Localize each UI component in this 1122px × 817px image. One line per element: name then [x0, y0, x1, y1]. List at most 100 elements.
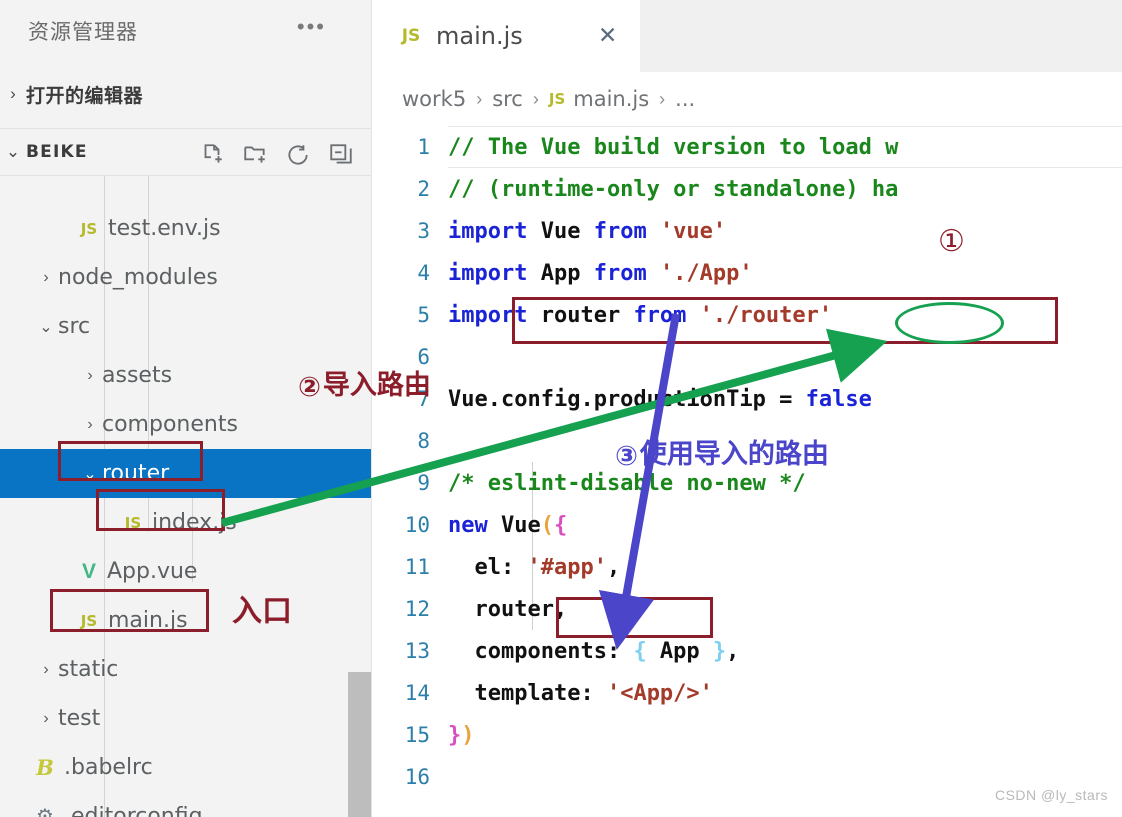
sidebar-section-open-editors[interactable]: › 打开的编辑器: [0, 72, 372, 116]
breadcrumb[interactable]: work5 › src › JS main.js › ...: [372, 72, 1122, 126]
line-number: 12: [404, 597, 430, 621]
code-token: from: [593, 260, 660, 286]
tree-item-src[interactable]: ⌄ src: [0, 302, 372, 351]
code-line[interactable]: 3 import Vue from 'vue': [372, 210, 1122, 252]
code-line[interactable]: 4 import App from './App': [372, 252, 1122, 294]
code-text: // The Vue build version to load w: [448, 135, 898, 160]
line-number: 8: [417, 429, 430, 453]
annotation-marker-2-label: 导入路由: [322, 370, 431, 401]
breadcrumb-item-symbols[interactable]: ...: [675, 87, 695, 111]
code-token: el:: [448, 554, 528, 580]
breadcrumb-item-src[interactable]: src: [492, 87, 523, 111]
chevron-right-icon: ›: [10, 84, 16, 103]
code-text: components: { App },: [448, 639, 739, 664]
annotation-marker-3-label: 使用导入的路由: [639, 439, 829, 470]
code-line[interactable]: 2 // (runtime-only or standalone) ha: [372, 168, 1122, 210]
tree-item-test[interactable]: › test: [0, 694, 372, 743]
tree-item-node-modules[interactable]: › node_modules: [0, 253, 372, 302]
code-line[interactable]: 13 components: { App },: [372, 630, 1122, 672]
code-token: Vue: [500, 512, 541, 538]
tree-item-test-env-js[interactable]: JS test.env.js: [0, 204, 372, 253]
tree-item-label: src: [58, 314, 91, 339]
code-area[interactable]: 1 // The Vue build version to load w 2 // (…: [372, 126, 1122, 817]
code-token: import: [448, 218, 541, 244]
babel-icon: B: [36, 755, 54, 780]
chevron-down-icon[interactable]: ⌄: [34, 317, 58, 337]
code-token: App: [540, 260, 594, 286]
close-icon[interactable]: ✕: [598, 24, 617, 47]
code-line[interactable]: 12 router,: [372, 588, 1122, 630]
code-line[interactable]: 11 el: '#app',: [372, 546, 1122, 588]
tree-item-label: test.env.js: [108, 216, 221, 241]
explorer-actions: [199, 142, 354, 168]
code-line[interactable]: 14 template: '<App/>': [372, 672, 1122, 714]
code-line[interactable]: 1 // The Vue build version to load w: [372, 126, 1122, 168]
code-token: '<App/>': [606, 680, 713, 706]
code-text: router,: [448, 597, 567, 622]
tab-main-js[interactable]: JS main.js ✕: [372, 0, 640, 72]
new-file-icon[interactable]: [199, 142, 225, 168]
tab-bar: JS main.js ✕: [372, 0, 1122, 72]
tree-item-babelrc[interactable]: B .babelrc: [0, 743, 372, 792]
tree-item-clipped[interactable]: [0, 176, 372, 204]
chevron-right-icon[interactable]: ›: [34, 710, 58, 728]
code-token: import: [448, 260, 541, 286]
code-text: el: '#app',: [448, 555, 620, 580]
chevron-down-icon: ⌄: [5, 142, 21, 161]
code-token: }: [448, 722, 462, 748]
vue-icon: V: [81, 559, 96, 583]
code-token: ): [461, 722, 475, 748]
line-number: 11: [404, 555, 430, 579]
breadcrumb-separator-icon: ›: [532, 88, 539, 109]
line-number: 1: [417, 135, 430, 159]
tree-item-label: components: [102, 412, 238, 437]
code-text: import Vue from 'vue': [448, 219, 726, 244]
line-number: 10: [404, 513, 430, 537]
code-token: // The Vue build version to load w: [448, 134, 899, 160]
code-line[interactable]: 7 Vue.config.productionTip = false: [372, 378, 1122, 420]
tree-item-static[interactable]: › static: [0, 645, 372, 694]
annotation-marker-1: ①: [938, 222, 965, 258]
code-token: '#app': [527, 554, 607, 580]
explorer-sidebar: 资源管理器 ••• › 打开的编辑器 ⌄ BEIKE JS test.env.j…: [0, 0, 372, 817]
line-number: 9: [417, 471, 430, 495]
sidebar-scrollbar[interactable]: [348, 672, 372, 817]
code-token: // (runtime-only or standalone) ha: [448, 176, 899, 202]
code-token: {: [633, 638, 647, 664]
code-token: from: [593, 218, 660, 244]
refresh-icon[interactable]: [285, 142, 311, 168]
js-icon: JS: [401, 26, 421, 46]
code-token: template:: [448, 680, 607, 706]
code-token: ,: [726, 638, 740, 664]
gear-icon: ⚙: [36, 806, 54, 817]
tree-item-editorconfig[interactable]: ⚙ .editorconfig: [0, 792, 372, 817]
line-number: 5: [417, 303, 430, 327]
editor-pane: JS main.js ✕ work5 › src › JS main.js › …: [372, 0, 1122, 817]
code-token: (: [540, 512, 554, 538]
line-number: 14: [404, 681, 430, 705]
line-number: 3: [417, 219, 430, 243]
code-line[interactable]: 15}): [372, 714, 1122, 756]
chevron-right-icon[interactable]: ›: [78, 416, 102, 434]
tree-item-label: static: [58, 657, 119, 682]
code-line[interactable]: 10 new Vue({: [372, 504, 1122, 546]
breadcrumb-item-main-js[interactable]: main.js: [573, 87, 649, 111]
tree-item-label: .babelrc: [64, 755, 153, 780]
chevron-right-icon[interactable]: ›: [78, 367, 102, 385]
annotation-marker-3-num: ③: [615, 441, 638, 472]
chevron-right-icon[interactable]: ›: [34, 269, 58, 287]
chevron-right-icon[interactable]: ›: [34, 661, 58, 679]
new-folder-icon[interactable]: [242, 142, 268, 168]
code-token: false: [805, 386, 872, 412]
annotation-box-router-option: [556, 597, 713, 638]
annotation-marker-2-num: ②: [298, 372, 321, 403]
annotation-marker-2: ②导入路由: [298, 363, 431, 402]
tree-item-label: test: [58, 706, 101, 731]
breadcrumb-item-work5[interactable]: work5: [402, 87, 466, 111]
code-text: template: '<App/>': [448, 680, 713, 706]
code-token: Vue.config.productionTip =: [448, 386, 806, 412]
line-number: 4: [417, 261, 430, 285]
collapse-all-icon[interactable]: [328, 142, 354, 168]
code-token: new: [448, 512, 501, 538]
ellipsis-icon[interactable]: •••: [297, 16, 326, 38]
